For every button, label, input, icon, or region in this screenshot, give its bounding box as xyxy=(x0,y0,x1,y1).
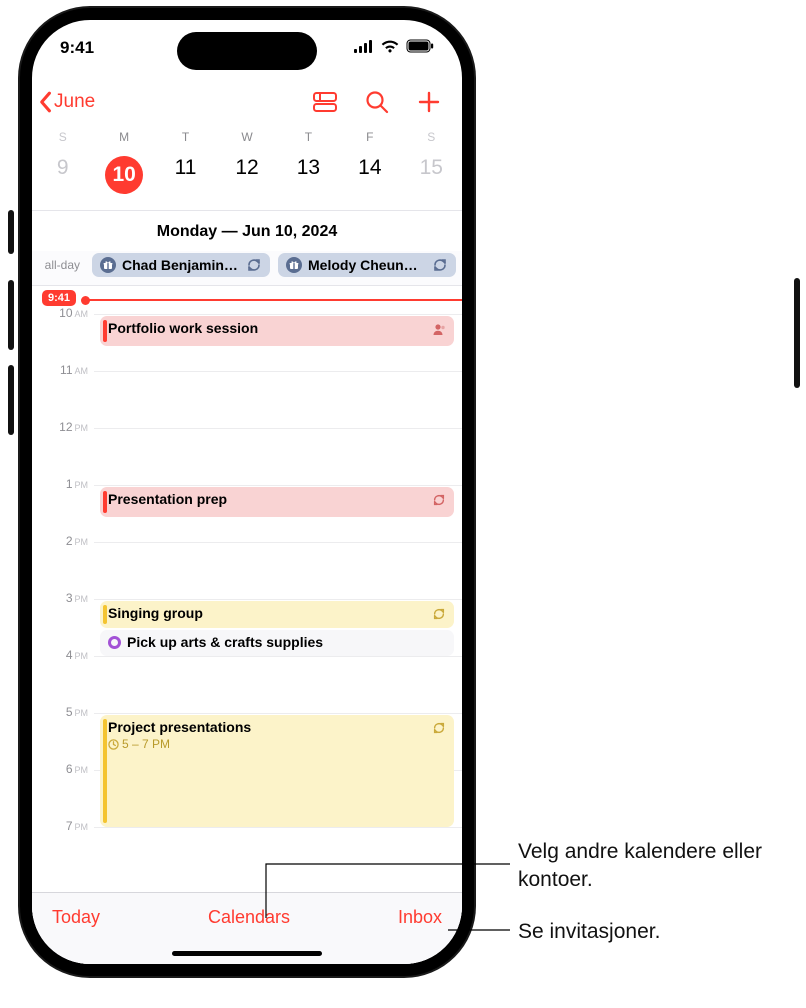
repeat-icon xyxy=(432,257,448,273)
all-day-event-title: Melody Cheung's… xyxy=(308,257,426,273)
weekday-label: F xyxy=(339,130,400,144)
event-singing-group[interactable]: Singing group xyxy=(100,601,454,628)
event-project-presentations[interactable]: Project presentations 5 – 7 PM xyxy=(100,715,454,827)
repeat-icon xyxy=(432,607,446,624)
weekday-label: W xyxy=(216,130,277,144)
event-pickup-supplies[interactable]: Pick up arts & crafts supplies xyxy=(100,630,454,656)
event-title: Project presentations xyxy=(108,719,251,735)
event-portfolio[interactable]: Portfolio work session xyxy=(100,316,454,346)
event-presentation-prep[interactable]: Presentation prep xyxy=(100,487,454,517)
day-timeline[interactable]: 10AM 11AM 12PM 1PM 2PM 3PM 4PM 5PM 6PM 7… xyxy=(32,286,462,964)
iphone-frame: 9:41 June xyxy=(20,8,474,976)
search-icon xyxy=(364,89,390,115)
now-time-badge: 9:41 xyxy=(42,290,76,306)
all-day-row: all-day Chad Benjamin P… Melody Cheung's… xyxy=(32,251,462,286)
gift-icon xyxy=(100,257,116,273)
chevron-left-icon xyxy=(38,91,52,113)
gift-icon xyxy=(286,257,302,273)
date-cell[interactable]: 12 xyxy=(216,150,277,200)
date-cell[interactable]: 13 xyxy=(278,150,339,200)
search-button[interactable] xyxy=(364,89,390,115)
weekday-label: S xyxy=(32,130,93,144)
home-indicator[interactable] xyxy=(172,951,322,956)
event-title: Presentation prep xyxy=(108,491,227,507)
date-cell-selected[interactable]: 10 xyxy=(93,150,154,200)
inbox-button[interactable]: Inbox xyxy=(398,907,442,928)
add-button[interactable] xyxy=(416,89,442,115)
day-title: Monday — Jun 10, 2024 xyxy=(32,211,462,251)
bottom-toolbar: Today Calendars Inbox xyxy=(32,892,462,964)
list-view-icon xyxy=(312,89,338,115)
all-day-event[interactable]: Melody Cheung's… xyxy=(278,253,456,277)
repeat-icon xyxy=(246,257,262,273)
weekday-label: M xyxy=(93,130,154,144)
nav-bar: June xyxy=(32,76,462,124)
weekday-label: S xyxy=(401,130,462,144)
date-cell[interactable]: 9 xyxy=(32,150,93,200)
attendees-icon xyxy=(432,322,446,339)
plus-icon xyxy=(416,89,442,115)
callout-calendars: Velg andre kalendere eller kontoer. xyxy=(518,838,788,895)
week-dates: 9 10 11 12 13 14 15 xyxy=(32,144,462,211)
cellular-icon xyxy=(354,38,374,58)
wifi-icon xyxy=(380,38,400,58)
event-subtime: 5 – 7 PM xyxy=(122,737,170,751)
today-button[interactable]: Today xyxy=(52,907,100,928)
event-title: Singing group xyxy=(108,605,203,621)
repeat-icon xyxy=(432,721,446,738)
status-bar: 9:41 xyxy=(32,20,462,76)
clock-icon xyxy=(108,739,119,750)
all-day-label: all-day xyxy=(40,258,84,272)
all-day-event[interactable]: Chad Benjamin P… xyxy=(92,253,270,277)
callout-inbox: Se invitasjoner. xyxy=(518,918,660,946)
event-title: Portfolio work session xyxy=(108,320,258,336)
battery-icon xyxy=(406,38,434,58)
weekday-label: T xyxy=(155,130,216,144)
calendars-button[interactable]: Calendars xyxy=(208,907,290,928)
repeat-icon xyxy=(432,493,446,510)
date-cell[interactable]: 11 xyxy=(155,150,216,200)
status-time: 9:41 xyxy=(60,38,94,58)
weekday-header: S M T W T F S xyxy=(32,124,462,144)
event-title: Pick up arts & crafts supplies xyxy=(127,634,323,650)
date-cell[interactable]: 15 xyxy=(401,150,462,200)
view-toggle-button[interactable] xyxy=(312,89,338,115)
reminder-ring-icon xyxy=(108,636,121,649)
back-button[interactable]: June xyxy=(38,91,95,113)
date-cell[interactable]: 14 xyxy=(339,150,400,200)
weekday-label: T xyxy=(278,130,339,144)
back-label: June xyxy=(54,91,95,113)
all-day-event-title: Chad Benjamin P… xyxy=(122,257,240,273)
